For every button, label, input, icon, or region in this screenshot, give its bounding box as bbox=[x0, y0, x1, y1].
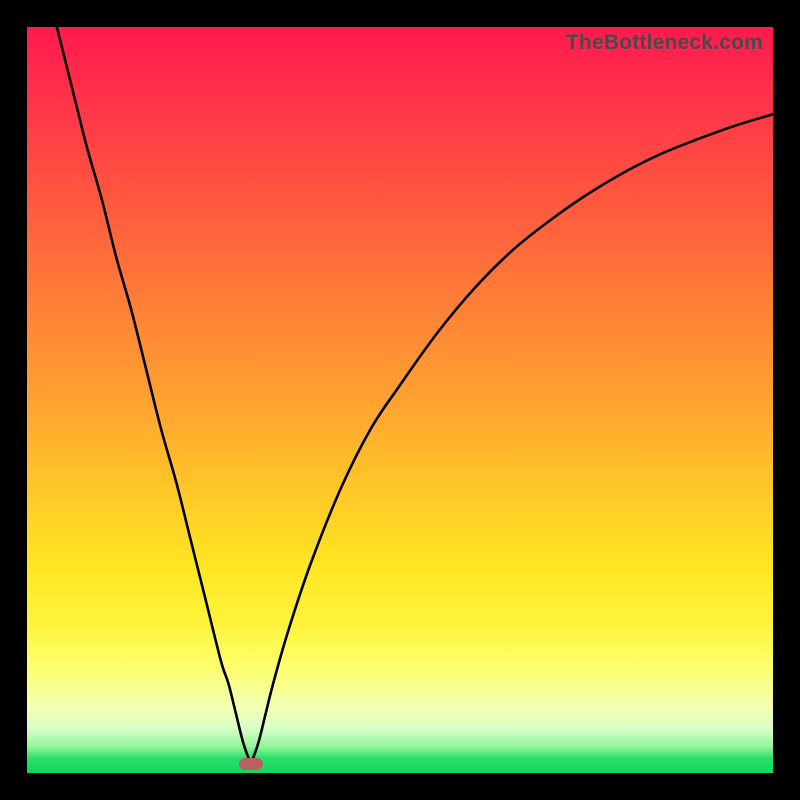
optimal-point-marker bbox=[239, 758, 263, 770]
plot-area: TheBottleneck.com bbox=[27, 27, 773, 773]
bottleneck-curve bbox=[27, 27, 773, 773]
chart-frame: TheBottleneck.com bbox=[0, 0, 800, 800]
